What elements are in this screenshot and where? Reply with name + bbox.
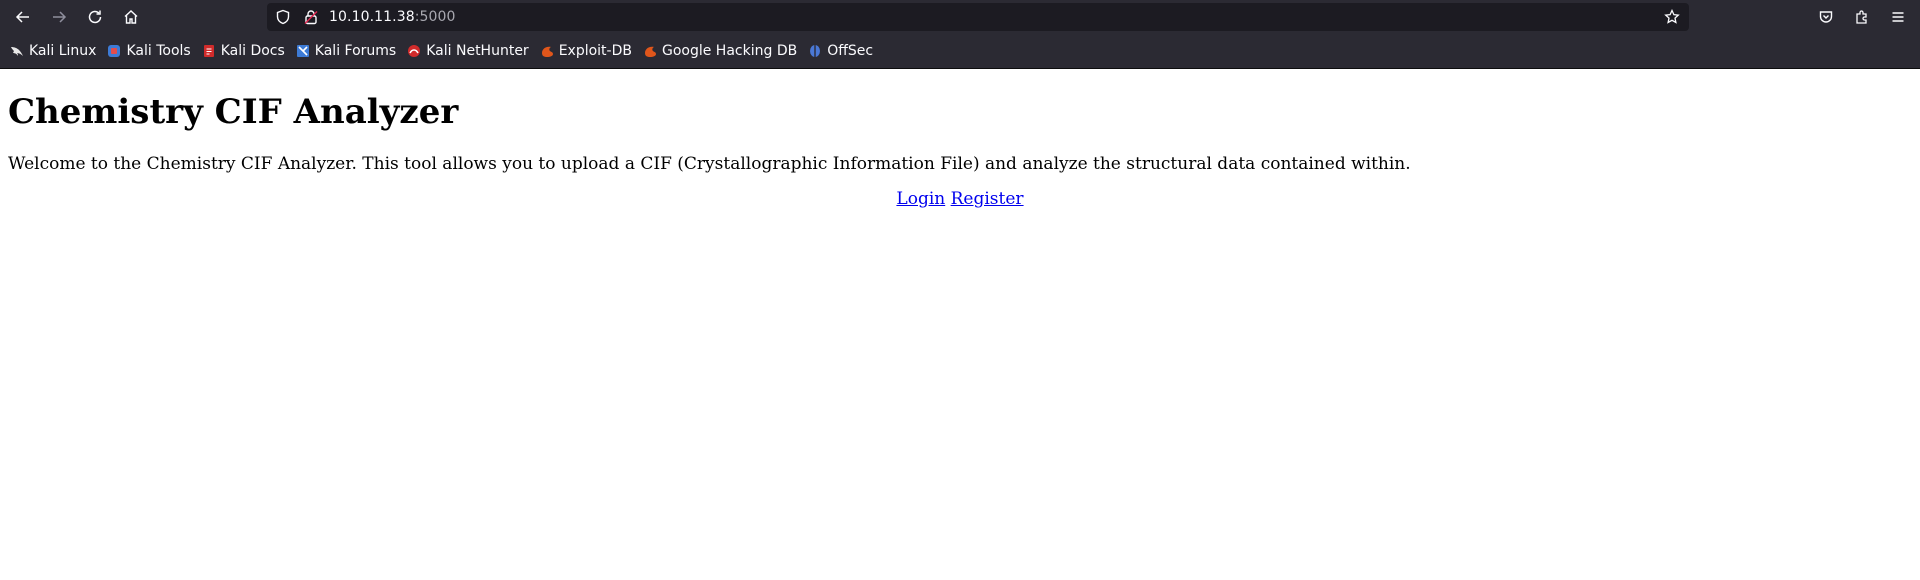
home-button[interactable] — [117, 3, 145, 31]
url-host: 10.10.11.38 — [329, 9, 415, 25]
bookmark-kali-linux[interactable]: Kali Linux — [10, 43, 96, 59]
page-content: Chemistry CIF Analyzer Welcome to the Ch… — [0, 90, 1920, 210]
forward-button[interactable] — [45, 3, 73, 31]
menu-button[interactable] — [1884, 3, 1912, 31]
login-link[interactable]: Login — [896, 189, 945, 209]
pocket-button[interactable] — [1812, 3, 1840, 31]
browser-toolbar: 10.10.11.38:5000 — [0, 0, 1920, 34]
kali-tools-icon — [107, 44, 121, 58]
reload-button[interactable] — [81, 3, 109, 31]
kali-nethunter-icon — [407, 44, 421, 58]
bookmark-label: Kali Linux — [29, 43, 97, 59]
bookmark-label: Kali Tools — [126, 43, 191, 59]
exploit-db-icon — [540, 44, 554, 58]
url-port: :5000 — [414, 9, 456, 25]
intro-text: Welcome to the Chemistry CIF Analyzer. T… — [8, 154, 1411, 174]
bookmark-star-icon[interactable] — [1664, 9, 1680, 25]
shield-icon[interactable] — [275, 9, 291, 25]
insecure-lock-icon[interactable] — [303, 9, 319, 25]
register-link[interactable]: Register — [951, 189, 1024, 209]
puzzle-icon — [1856, 10, 1867, 24]
kali-dragon-icon — [10, 44, 24, 58]
url-text[interactable]: 10.10.11.38:5000 — [329, 9, 456, 25]
bookmark-label: OffSec — [827, 43, 874, 59]
extensions-button[interactable] — [1848, 3, 1876, 31]
kali-docs-icon — [202, 44, 216, 58]
bookmark-offsec[interactable]: OffSec — [808, 43, 873, 59]
bookmark-kali-docs[interactable]: Kali Docs — [202, 43, 285, 59]
bookmark-kali-forums[interactable]: Kali Forums — [296, 43, 396, 59]
offsec-icon — [808, 44, 822, 58]
reload-icon — [88, 10, 102, 24]
toolbar-right-icons — [1812, 3, 1920, 31]
ghdb-icon — [643, 44, 657, 58]
hamburger-menu-icon — [1892, 12, 1904, 22]
home-icon — [124, 10, 138, 24]
back-button[interactable] — [9, 3, 37, 31]
kali-forums-icon — [296, 44, 310, 58]
bookmark-label: Exploit-DB — [558, 43, 632, 59]
bookmark-kali-tools[interactable]: Kali Tools — [107, 43, 191, 59]
auth-links: Login Register — [8, 188, 1912, 210]
bookmark-label: Kali Forums — [314, 43, 397, 59]
bookmark-label: Kali Docs — [220, 43, 285, 59]
arrow-right-icon — [53, 11, 67, 23]
pocket-icon — [1819, 11, 1833, 23]
bookmark-exploit-db[interactable]: Exploit-DB — [540, 43, 632, 59]
bookmark-label: Google Hacking DB — [661, 43, 798, 59]
page-title: Chemistry CIF Analyzer — [8, 92, 459, 132]
bookmark-kali-nethunter[interactable]: Kali NetHunter — [407, 43, 529, 59]
arrow-left-icon — [15, 11, 29, 23]
bookmark-label: Kali NetHunter — [426, 43, 529, 59]
bookmarks-toolbar: Kali Linux Kali Tools Kali Docs Kali For… — [0, 34, 1920, 69]
address-bar[interactable]: 10.10.11.38:5000 — [267, 3, 1689, 31]
bookmark-google-hacking-db[interactable]: Google Hacking DB — [643, 43, 797, 59]
